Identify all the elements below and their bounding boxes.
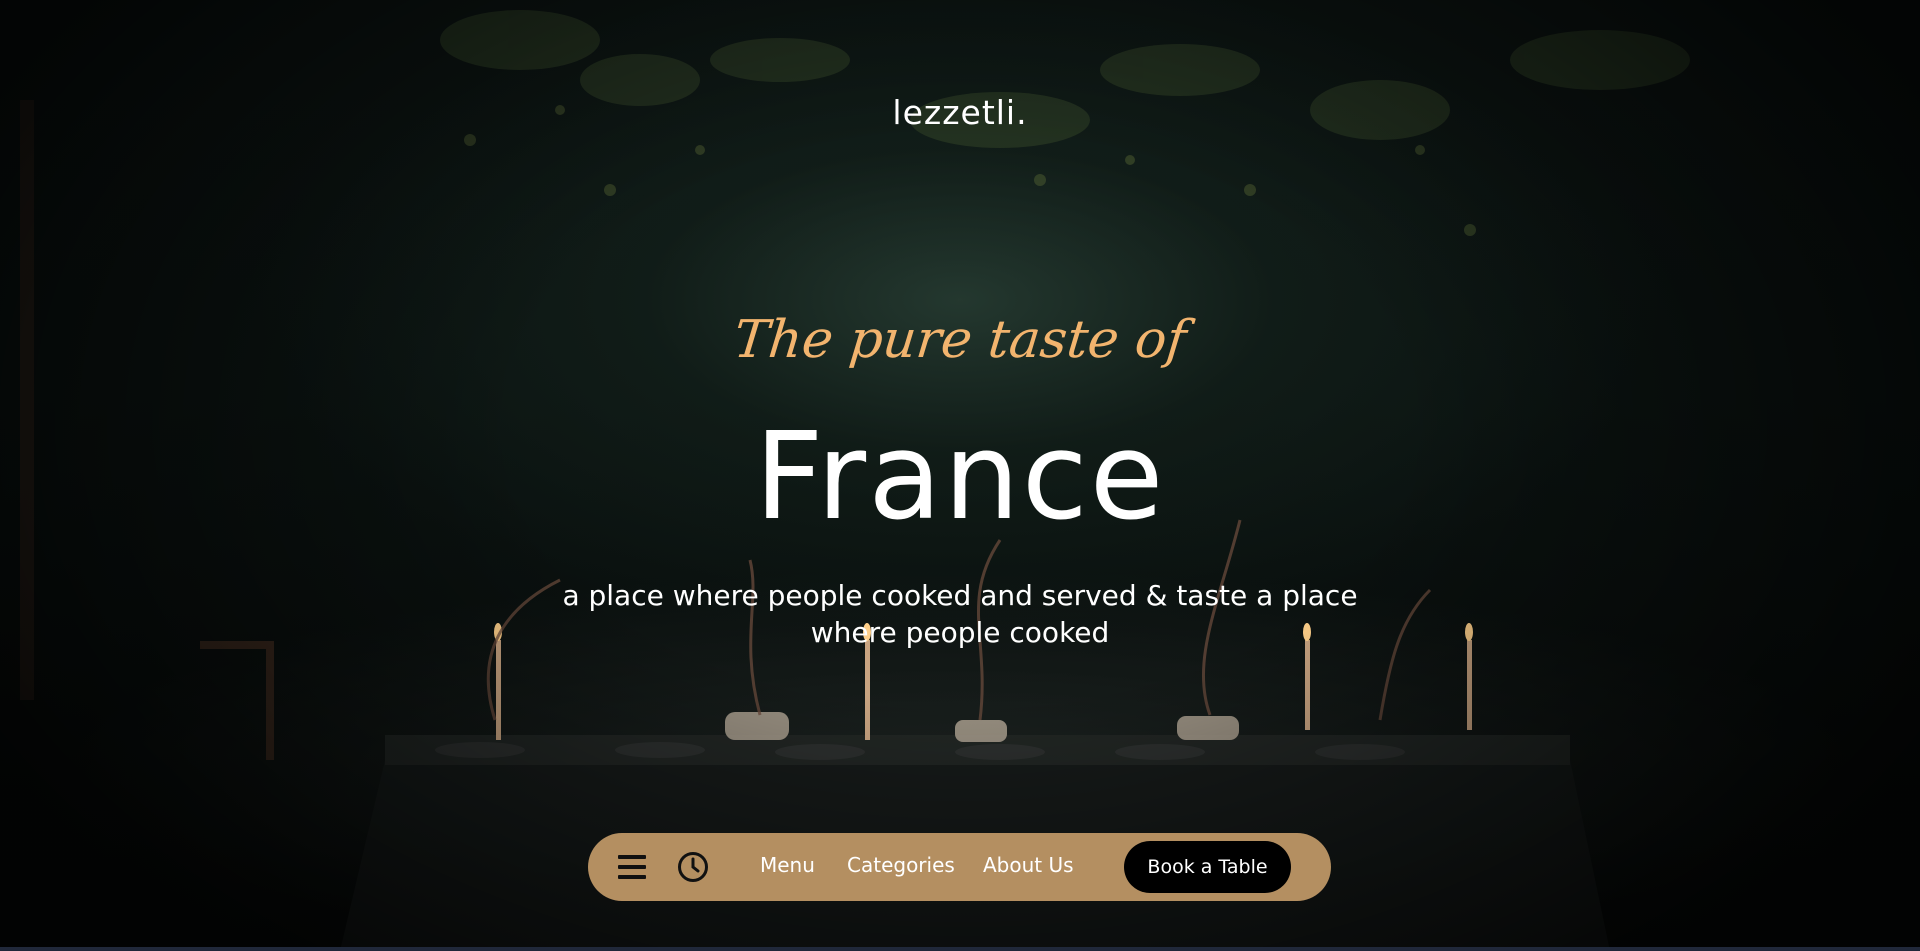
hero-tagline: The pure taste of bbox=[730, 310, 1190, 370]
brand-logo[interactable]: lezzetli. bbox=[0, 93, 1920, 132]
book-a-table-button[interactable]: Book a Table bbox=[1124, 841, 1291, 893]
page-bottom-border bbox=[0, 947, 1920, 951]
menu-icon[interactable] bbox=[612, 847, 652, 887]
nav-link-categories[interactable]: Categories bbox=[847, 853, 955, 877]
nav-link-menu[interactable]: Menu bbox=[760, 853, 815, 877]
bottom-navbar: Menu Categories About Us Book a Table bbox=[588, 833, 1331, 901]
hero-headline: France bbox=[754, 408, 1166, 547]
hero-subtitle: a place where people cooked and served &… bbox=[562, 579, 1358, 649]
nav-link-about-us[interactable]: About Us bbox=[983, 853, 1074, 877]
clock-icon[interactable] bbox=[673, 847, 713, 887]
